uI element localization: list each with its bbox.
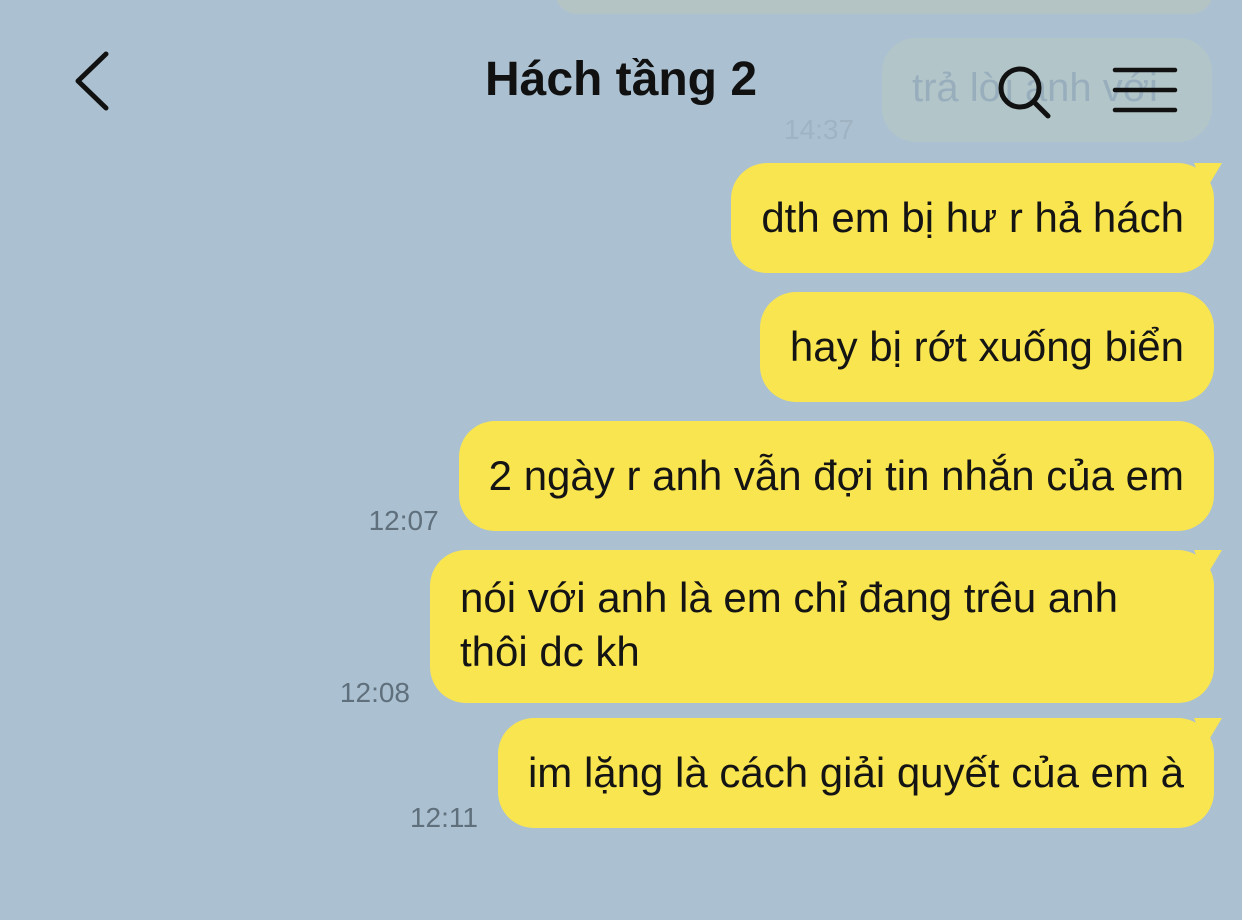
faded-previous-time: 14:37 <box>784 114 855 145</box>
message-row: 12:08 nói với anh là em chỉ đang trêu an… <box>340 550 1214 708</box>
sent-message-bubble[interactable]: dth em bị hư r hả hách <box>731 163 1214 273</box>
message-text: nói với anh là em chỉ đang trêu anh thôi… <box>460 574 1118 675</box>
sent-message-bubble[interactable]: im lặng là cách giải quyết của em à <box>497 718 1214 828</box>
message-row: hay bị rớt xuống biển <box>759 292 1214 402</box>
chat-title: Hách tầng 2 <box>484 53 758 106</box>
message-text: hay bị rớt xuống biển <box>789 323 1184 370</box>
sent-message-bubble[interactable]: hay bị rớt xuống biển <box>759 292 1214 402</box>
message-text: 2 ngày r anh vẫn đợi tin nhắn của em <box>488 452 1184 499</box>
menu-icon <box>1112 67 1178 113</box>
message-row: 12:11 im lặng là cách giải quyết của em … <box>410 718 1214 833</box>
chat-screen: trả lời anh với 14:37 Hách tầng 2 dth em… <box>0 0 1242 920</box>
message-time: 12:08 <box>339 677 410 708</box>
search-button[interactable] <box>992 60 1056 124</box>
search-icon <box>998 66 1051 119</box>
message-time: 12:11 <box>409 802 478 833</box>
back-arrow-icon <box>75 51 109 111</box>
message-row: dth em bị hư r hả hách <box>731 163 1214 273</box>
faded-previous-bubble-top <box>555 0 1213 14</box>
message-time: 12:07 <box>368 505 439 536</box>
menu-button[interactable] <box>1112 62 1178 118</box>
message-text: dth em bị hư r hả hách <box>761 194 1184 241</box>
sent-message-bubble[interactable]: nói với anh là em chỉ đang trêu anh thôi… <box>430 550 1214 703</box>
sent-message-bubble[interactable]: 2 ngày r anh vẫn đợi tin nhắn của em <box>458 421 1214 531</box>
message-text: im lặng là cách giải quyết của em à <box>527 749 1184 796</box>
back-button[interactable] <box>62 48 122 114</box>
message-row: 12:07 2 ngày r anh vẫn đợi tin nhắn của … <box>369 421 1214 536</box>
